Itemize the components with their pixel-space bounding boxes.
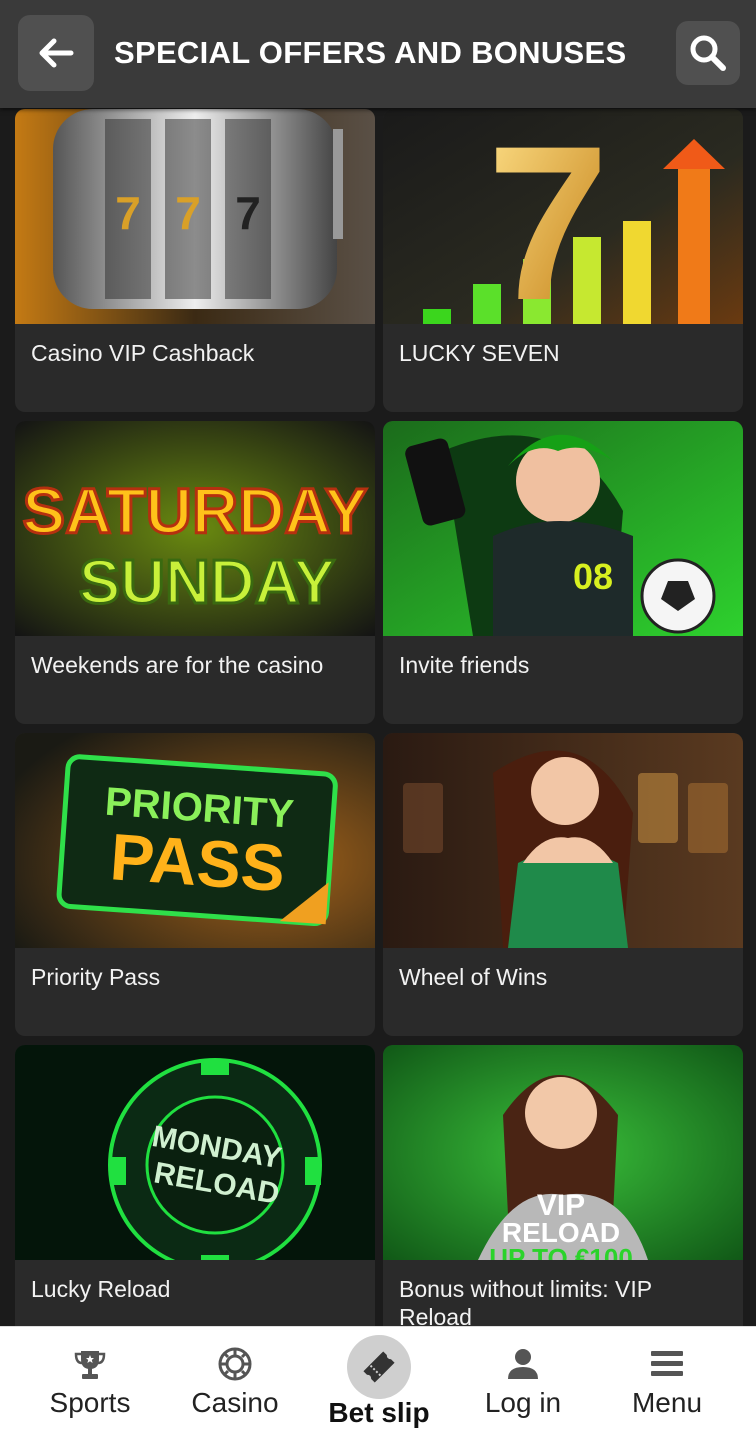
banner-digit-3: 7 — [235, 187, 261, 239]
offer-title: Casino VIP Cashback — [31, 340, 255, 366]
top-bar: SPECIAL OFFERS AND BONUSES — [0, 0, 756, 108]
offer-card-casino-vip-cashback[interactable]: 7 7 7 Casino VIP Cashback — [15, 109, 375, 412]
banner-jersey-number: 08 — [573, 556, 613, 597]
nav-item-log-in[interactable]: Log in — [453, 1327, 593, 1437]
banner-line-3: UP TO €100 — [489, 1243, 633, 1260]
arrow-left-icon — [39, 38, 74, 68]
page-title: SPECIAL OFFERS AND BONUSES — [114, 35, 627, 70]
nav-label: Sports — [49, 1387, 131, 1418]
search-button[interactable] — [676, 21, 740, 85]
offer-title: Wheel of Wins — [399, 964, 548, 990]
offer-banner-image: 7 7 7 — [15, 109, 375, 324]
bottom-navigation: Sports Casino Bet slip Log in Menu — [0, 1326, 756, 1437]
offers-grid: 7 7 7 Casino VIP Cashback 7 LUCKY SEVEN … — [0, 108, 756, 1326]
offer-title: LUCKY SEVEN — [399, 340, 560, 366]
offer-card-invite-friends[interactable]: 08 Invite friends — [383, 421, 743, 724]
offer-title: Weekends are for the casino — [31, 652, 324, 678]
back-button[interactable] — [18, 15, 94, 91]
nav-item-menu[interactable]: Menu — [597, 1327, 737, 1437]
hamburger-icon — [651, 1351, 683, 1376]
offer-card-priority-pass[interactable]: PRIORITY PASS Priority Pass — [15, 733, 375, 1036]
offer-title: Priority Pass — [31, 964, 161, 990]
banner-line-1: SATURDAY — [23, 475, 368, 547]
offer-card-wheel-of-wins[interactable]: Wheel of Wins — [383, 733, 743, 1036]
bet-slip-badge — [347, 1335, 411, 1399]
offer-title: Bonus without limits: VIP Reload — [399, 1276, 652, 1326]
offer-banner-image: 7 — [383, 109, 743, 324]
offer-title: Invite friends — [399, 652, 530, 678]
nav-label: Log in — [484, 1387, 562, 1418]
offer-card-lucky-reload[interactable]: MONDAY RELOAD Lucky Reload — [15, 1045, 375, 1326]
offer-banner-image: 08 — [383, 421, 743, 636]
offer-banner-image: PRIORITY PASS — [15, 733, 375, 948]
banner-line-2: SUNDAY — [79, 548, 335, 617]
offer-card-lucky-seven[interactable]: 7 LUCKY SEVEN — [383, 109, 743, 412]
offer-banner-image: VIP RELOAD UP TO €100 — [383, 1045, 743, 1260]
nav-label: Bet slip — [328, 1397, 430, 1428]
trophy-icon — [74, 1351, 106, 1379]
banner-seven: 7 — [487, 109, 609, 324]
casino-chip-icon — [218, 1347, 252, 1381]
offer-banner-image — [383, 733, 743, 948]
banner-digit-1: 7 — [115, 187, 141, 239]
nav-label: Casino — [191, 1387, 279, 1418]
offer-card-weekends-casino[interactable]: SATURDAY SUNDAY Weekends are for the cas… — [15, 421, 375, 724]
user-icon — [508, 1349, 538, 1379]
nav-item-sports[interactable]: Sports — [20, 1327, 160, 1437]
banner-digit-2: 7 — [175, 187, 201, 239]
nav-item-casino[interactable]: Casino — [165, 1327, 305, 1437]
nav-label: Menu — [631, 1387, 703, 1418]
nav-item-bet-slip[interactable]: Bet slip — [309, 1327, 449, 1437]
ticket-icon — [363, 1351, 395, 1383]
offer-banner-image: SATURDAY SUNDAY — [15, 421, 375, 636]
offer-card-vip-reload[interactable]: VIP RELOAD UP TO €100 Bonus without limi… — [383, 1045, 743, 1326]
offer-title: Lucky Reload — [31, 1276, 171, 1302]
offer-banner-image: MONDAY RELOAD — [15, 1045, 375, 1260]
banner-line-2: PASS — [108, 819, 288, 905]
search-icon — [690, 35, 726, 71]
